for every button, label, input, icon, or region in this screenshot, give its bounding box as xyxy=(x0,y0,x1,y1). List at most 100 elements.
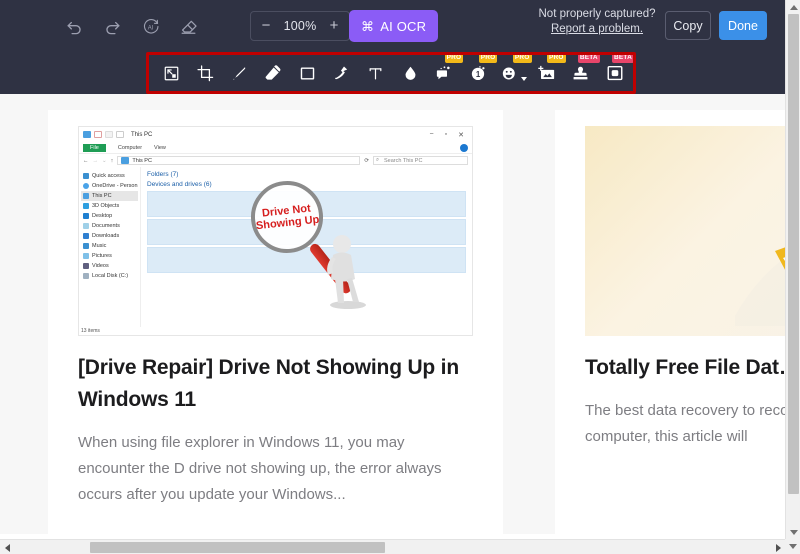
report-problem-link[interactable]: Report a problem. xyxy=(551,22,643,37)
vertical-scrollbar[interactable] xyxy=(785,0,800,539)
nav-label: Music xyxy=(92,243,107,249)
captured-page-content: This PC − ▫ ✕ File Computer View ← → ⌄ ↑… xyxy=(0,94,785,534)
explorer-nav-pane: Quick access OneDrive - Person This PC 3… xyxy=(79,167,141,327)
disk-icon xyxy=(83,273,89,279)
drive-row[interactable] xyxy=(147,247,466,273)
done-button[interactable]: Done xyxy=(719,11,767,40)
svg-text:AI: AI xyxy=(147,25,153,31)
zoom-in-button[interactable]: + xyxy=(323,13,345,39)
up-icon[interactable]: ↑ xyxy=(111,158,114,164)
nav-item-this-pc[interactable]: This PC xyxy=(81,191,138,201)
history-button-group: AI xyxy=(60,12,202,40)
book-illustration: IT xyxy=(585,126,785,336)
nav-item-music[interactable]: Music xyxy=(81,241,138,251)
zoom-level-value: 100% xyxy=(283,19,317,33)
eraser-icon[interactable] xyxy=(174,12,202,40)
report-problem-block: Not properly captured? Report a problem. xyxy=(527,7,667,37)
article-card[interactable]: IT Totally Free File Dat… Windows 10/11 … xyxy=(555,110,785,534)
explorer-tab-file[interactable]: File xyxy=(83,143,106,152)
copy-button[interactable]: Copy xyxy=(665,11,711,40)
pc-icon xyxy=(83,193,89,199)
nav-item-pictures[interactable]: Pictures xyxy=(81,251,138,261)
folder-icon xyxy=(83,213,89,219)
article-card-body: Totally Free File Dat… Windows 10/11 The… xyxy=(555,336,785,480)
article-card-list: This PC − ▫ ✕ File Computer View ← → ⌄ ↑… xyxy=(48,110,785,534)
scrollbar-corner[interactable] xyxy=(785,539,800,554)
screenshot-editor-window: AI − 100% + ⌘ AI OCR Not properly captur… xyxy=(0,0,800,554)
article-description: The best data recovery to recover delete… xyxy=(585,402,785,445)
nav-label: Pictures xyxy=(92,253,112,259)
explorer-screenshot: This PC − ▫ ✕ File Computer View ← → ⌄ ↑… xyxy=(78,126,473,336)
nav-label: Quick access xyxy=(92,173,125,179)
explorer-titlebar: This PC − ▫ ✕ xyxy=(79,127,472,142)
refresh-icon[interactable]: ⟳ xyxy=(364,158,369,164)
explorer-search-input[interactable]: ⌕ Search This PC xyxy=(373,156,468,165)
download-icon xyxy=(83,233,89,239)
horizontal-scrollbar-thumb[interactable] xyxy=(90,542,385,553)
undo-icon[interactable] xyxy=(60,12,88,40)
explorer-quick-icon-1 xyxy=(94,131,102,138)
explorer-window-controls: − ▫ ✕ xyxy=(430,131,468,139)
horizontal-scrollbar[interactable] xyxy=(0,539,785,554)
not-captured-text: Not properly captured? xyxy=(538,8,656,20)
article-title[interactable]: [Drive Repair] Drive Not Showing Up in W… xyxy=(78,352,473,416)
explorer-tab-view[interactable]: View xyxy=(154,145,166,151)
back-icon[interactable]: ← xyxy=(83,158,89,164)
help-icon[interactable] xyxy=(460,143,468,152)
explorer-window-title: This PC xyxy=(131,131,153,138)
recent-icon[interactable]: ⌄ xyxy=(102,158,107,164)
explorer-quick-icon-2 xyxy=(105,131,113,138)
explorer-tab-computer[interactable]: Computer xyxy=(118,145,142,151)
triangle-right-icon xyxy=(775,543,781,552)
folder-icon xyxy=(83,223,89,229)
ocr-grid-icon: ⌘ xyxy=(361,18,375,34)
address-value: This PC xyxy=(132,157,152,164)
nav-item-videos[interactable]: Videos xyxy=(81,261,138,271)
triangle-left-icon xyxy=(4,543,10,552)
explorer-quick-icon-3 xyxy=(116,131,124,138)
article-thumbnail: This PC − ▫ ✕ File Computer View ← → ⌄ ↑… xyxy=(78,126,473,336)
close-icon[interactable]: ✕ xyxy=(458,131,464,139)
address-input[interactable]: This PC xyxy=(117,156,361,165)
ai-redo-icon[interactable]: AI xyxy=(136,12,164,40)
cloud-icon xyxy=(83,183,89,189)
zoom-out-button[interactable]: − xyxy=(255,13,277,39)
minimize-icon[interactable]: − xyxy=(430,131,434,139)
nav-item-desktop[interactable]: Desktop xyxy=(81,211,138,221)
scroll-left-button[interactable] xyxy=(0,540,14,554)
folder-icon xyxy=(83,203,89,209)
address-pc-icon xyxy=(121,157,130,164)
scroll-up-button[interactable] xyxy=(786,0,800,14)
nav-label: Desktop xyxy=(92,213,113,219)
toolbar-highlight-rectangle xyxy=(146,52,636,94)
nav-label: Documents xyxy=(92,223,120,229)
triangle-up-icon xyxy=(789,4,798,10)
nav-item-onedrive[interactable]: OneDrive - Person xyxy=(81,181,138,191)
nav-label: This PC xyxy=(92,193,112,199)
scroll-right-button[interactable] xyxy=(771,540,785,554)
nav-label: Downloads xyxy=(92,233,120,239)
explorer-ribbon-tabs: File Computer View xyxy=(79,142,472,154)
article-card[interactable]: This PC − ▫ ✕ File Computer View ← → ⌄ ↑… xyxy=(48,110,503,534)
forward-icon[interactable]: → xyxy=(93,158,99,164)
topbar-controls-row: AI − 100% + ⌘ AI OCR Not properly captur… xyxy=(0,0,785,52)
ai-ocr-button[interactable]: ⌘ AI OCR xyxy=(349,10,439,42)
scroll-down-button[interactable] xyxy=(786,525,800,539)
nav-item-quick-access[interactable]: Quick access xyxy=(81,171,138,181)
search-icon: ⌕ xyxy=(376,157,380,163)
nav-item-downloads[interactable]: Downloads xyxy=(81,231,138,241)
nav-label: Videos xyxy=(92,263,109,269)
group-header-folders[interactable]: Folders (7) xyxy=(147,171,466,178)
ai-ocr-label: AI OCR xyxy=(380,18,427,34)
nav-item-3d-objects[interactable]: 3D Objects xyxy=(81,201,138,211)
triangle-down-icon xyxy=(789,529,798,535)
nav-item-documents[interactable]: Documents xyxy=(81,221,138,231)
nav-item-local-disk[interactable]: Local Disk (C:) xyxy=(81,271,138,281)
vertical-scrollbar-thumb[interactable] xyxy=(788,14,799,494)
zoom-control: − 100% + xyxy=(250,11,350,41)
triangle-down-icon xyxy=(788,544,797,549)
redo-icon[interactable] xyxy=(98,12,126,40)
article-card-body: [Drive Repair] Drive Not Showing Up in W… xyxy=(48,336,503,534)
article-title[interactable]: Totally Free File Dat… Windows 10/11 xyxy=(585,352,785,384)
maximize-icon[interactable]: ▫ xyxy=(445,131,447,139)
